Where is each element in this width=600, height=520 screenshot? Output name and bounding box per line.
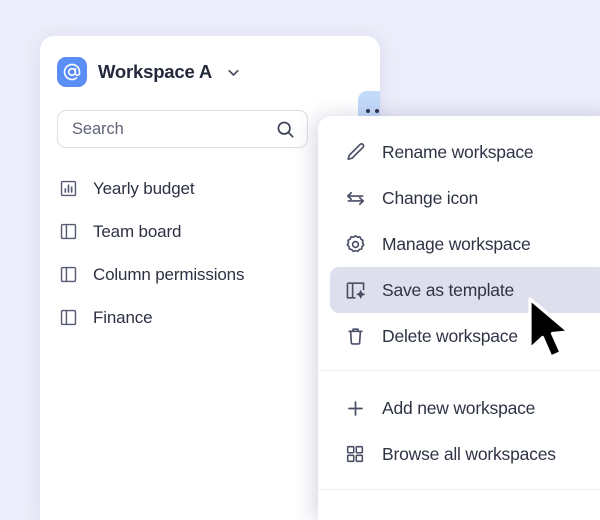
board-icon xyxy=(58,265,78,285)
search-icon[interactable] xyxy=(275,119,296,140)
menu-item-label: Manage workspace xyxy=(382,233,531,254)
board-icon xyxy=(58,308,78,328)
workspace-title: Workspace A xyxy=(98,61,212,82)
plus-icon xyxy=(342,397,368,420)
workspace-header[interactable]: Workspace A xyxy=(40,36,380,108)
sidebar-item-label: Team board xyxy=(93,221,182,241)
swap-icon xyxy=(342,187,368,210)
grid-icon xyxy=(342,443,368,465)
menu-item-change-icon[interactable]: Change icon xyxy=(330,175,600,221)
search-placeholder: Search xyxy=(72,119,124,138)
at-sign-icon xyxy=(57,57,87,87)
menu-divider-bottom xyxy=(318,489,600,490)
sidebar-item-label: Column permissions xyxy=(93,264,245,284)
gear-icon xyxy=(342,233,368,256)
menu-item-browse-all-workspaces[interactable]: Browse all workspaces xyxy=(330,431,600,477)
menu-item-label: Add new workspace xyxy=(382,397,536,418)
menu-item-save-as-template[interactable]: Save as template xyxy=(330,267,600,313)
bar-chart-icon xyxy=(58,179,78,199)
search-input[interactable]: Search xyxy=(57,110,308,148)
menu-section-primary: Rename workspace Change icon Manage work… xyxy=(318,116,600,370)
menu-item-label: Delete workspace xyxy=(382,325,518,346)
menu-section-secondary: Add new workspace Browse all workspaces xyxy=(318,371,600,489)
sidebar-item-label: Finance xyxy=(93,307,153,327)
board-icon xyxy=(58,222,78,242)
workspace-context-menu: Rename workspace Change icon Manage work… xyxy=(318,116,600,520)
menu-item-add-new-workspace[interactable]: Add new workspace xyxy=(330,385,600,431)
menu-item-label: Rename workspace xyxy=(382,141,534,162)
trash-icon xyxy=(342,325,368,348)
template-icon xyxy=(342,279,368,302)
ellipsis-dot-1 xyxy=(365,108,371,114)
chevron-down-icon[interactable] xyxy=(225,64,242,81)
menu-item-label: Change icon xyxy=(382,187,479,208)
menu-item-label: Save as template xyxy=(382,279,515,300)
menu-item-label: Browse all workspaces xyxy=(382,443,556,464)
menu-item-manage-workspace[interactable]: Manage workspace xyxy=(330,221,600,267)
menu-item-rename-workspace[interactable]: Rename workspace xyxy=(330,129,600,175)
menu-item-delete-workspace[interactable]: Delete workspace xyxy=(330,313,600,359)
pencil-icon xyxy=(342,141,368,164)
ellipsis-dot-2 xyxy=(374,108,380,114)
sidebar-item-label: Yearly budget xyxy=(93,178,195,198)
